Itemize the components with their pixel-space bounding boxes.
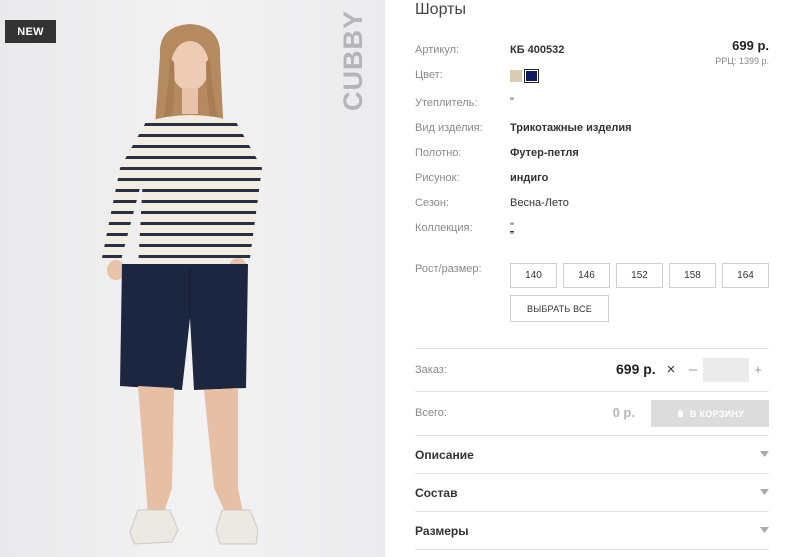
- accordion-description-title[interactable]: Описание: [415, 448, 474, 462]
- divider: [415, 391, 769, 392]
- divider: [415, 435, 769, 436]
- rrp-price: РРЦ: 1399 р.: [715, 56, 769, 66]
- size-button-164[interactable]: 164: [722, 263, 769, 288]
- article-value: КБ 400532: [510, 44, 565, 56]
- size-button-158[interactable]: 158: [669, 263, 716, 288]
- chevron-down-icon[interactable]: [760, 451, 769, 457]
- chevron-down-icon[interactable]: [760, 489, 769, 495]
- size-label: Рост/размер:: [415, 263, 482, 275]
- insulation-value: ": [510, 96, 514, 108]
- divider: [415, 549, 769, 550]
- new-badge: NEW: [5, 20, 56, 43]
- pattern-label: Рисунок:: [415, 172, 460, 184]
- size-button-146[interactable]: 146: [563, 263, 610, 288]
- accordion-composition-title[interactable]: Состав: [415, 486, 457, 500]
- collection-link-2[interactable]: ": [510, 230, 514, 242]
- size-button-140[interactable]: 140: [510, 263, 557, 288]
- divider: [415, 348, 769, 349]
- order-price: 699 р.: [616, 361, 656, 377]
- color-swatch-beige[interactable]: [510, 70, 522, 82]
- fabric-value: Футер-петля: [510, 147, 579, 159]
- product-photo[interactable]: NEW CUBBY: [0, 0, 385, 557]
- size-button-152[interactable]: 152: [616, 263, 663, 288]
- add-to-cart-button[interactable]: В КОРЗИНУ: [651, 400, 769, 427]
- chevron-down-icon[interactable]: [760, 527, 769, 533]
- add-to-cart-label: В КОРЗИНУ: [689, 408, 745, 419]
- quantity-input[interactable]: [703, 358, 749, 382]
- item-type-value: Трикотажные изделия: [510, 122, 632, 134]
- article-label: Артикул:: [415, 44, 460, 56]
- cart-icon: [677, 409, 684, 418]
- color-swatch-navy-fill: [526, 71, 537, 81]
- minus-icon[interactable]: –: [686, 360, 700, 378]
- model-image: [102, 24, 262, 545]
- order-label: Заказ:: [415, 364, 447, 376]
- product-title: Шорты: [415, 1, 466, 18]
- season-value: Весна-Лето: [510, 197, 569, 209]
- item-type-label: Вид изделия:: [415, 122, 483, 134]
- brand-watermark: CUBBY: [336, 9, 370, 110]
- brand-watermark-text: CUBBY: [337, 9, 368, 111]
- color-label: Цвет:: [415, 69, 443, 81]
- insulation-label: Утеплитель:: [415, 97, 478, 109]
- divider: [415, 473, 769, 474]
- total-label: Всего:: [415, 407, 447, 419]
- season-label: Сезон:: [415, 197, 449, 209]
- divider: [415, 511, 769, 512]
- accordion-sizes-title[interactable]: Размеры: [415, 524, 468, 538]
- fabric-label: Полотно:: [415, 147, 462, 159]
- plus-icon[interactable]: +: [751, 360, 765, 378]
- pattern-value: индиго: [510, 172, 549, 184]
- product-price: 699 р.: [732, 38, 769, 53]
- color-swatch-navy-selected[interactable]: [524, 69, 539, 83]
- select-all-button[interactable]: ВЫБРАТЬ ВСЕ: [510, 295, 609, 322]
- times-icon: ×: [666, 360, 676, 378]
- total-value: 0 р.: [612, 405, 635, 420]
- collection-label: Коллекция:: [415, 222, 473, 234]
